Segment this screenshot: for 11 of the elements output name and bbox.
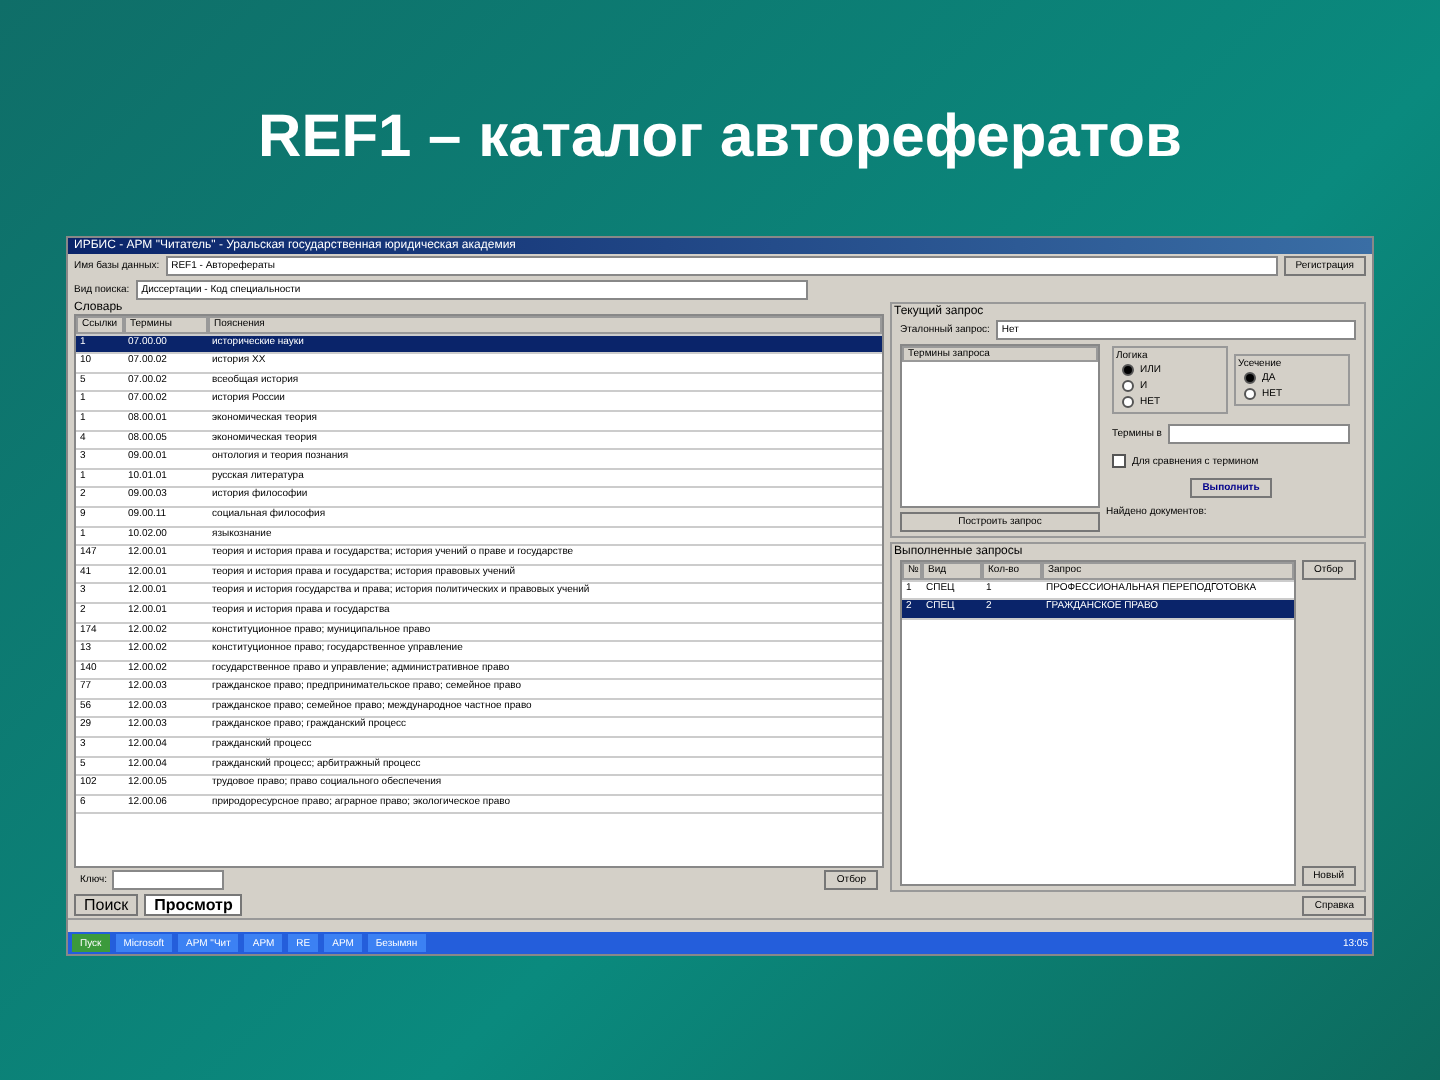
- tab[interactable]: Просмотр: [144, 894, 243, 916]
- key-field[interactable]: [112, 870, 225, 890]
- radio-button[interactable]: [1122, 396, 1134, 408]
- term-in-field[interactable]: [1167, 424, 1350, 444]
- tab[interactable]: Поиск: [74, 894, 139, 916]
- slide-title: REF1 – каталог авторефератов: [258, 104, 1182, 174]
- radio-button[interactable]: [1244, 388, 1256, 400]
- radio-button[interactable]: [1122, 364, 1134, 376]
- radio-button[interactable]: [1122, 380, 1134, 392]
- checkbox[interactable]: [1112, 454, 1126, 468]
- radio-button[interactable]: [1244, 372, 1256, 384]
